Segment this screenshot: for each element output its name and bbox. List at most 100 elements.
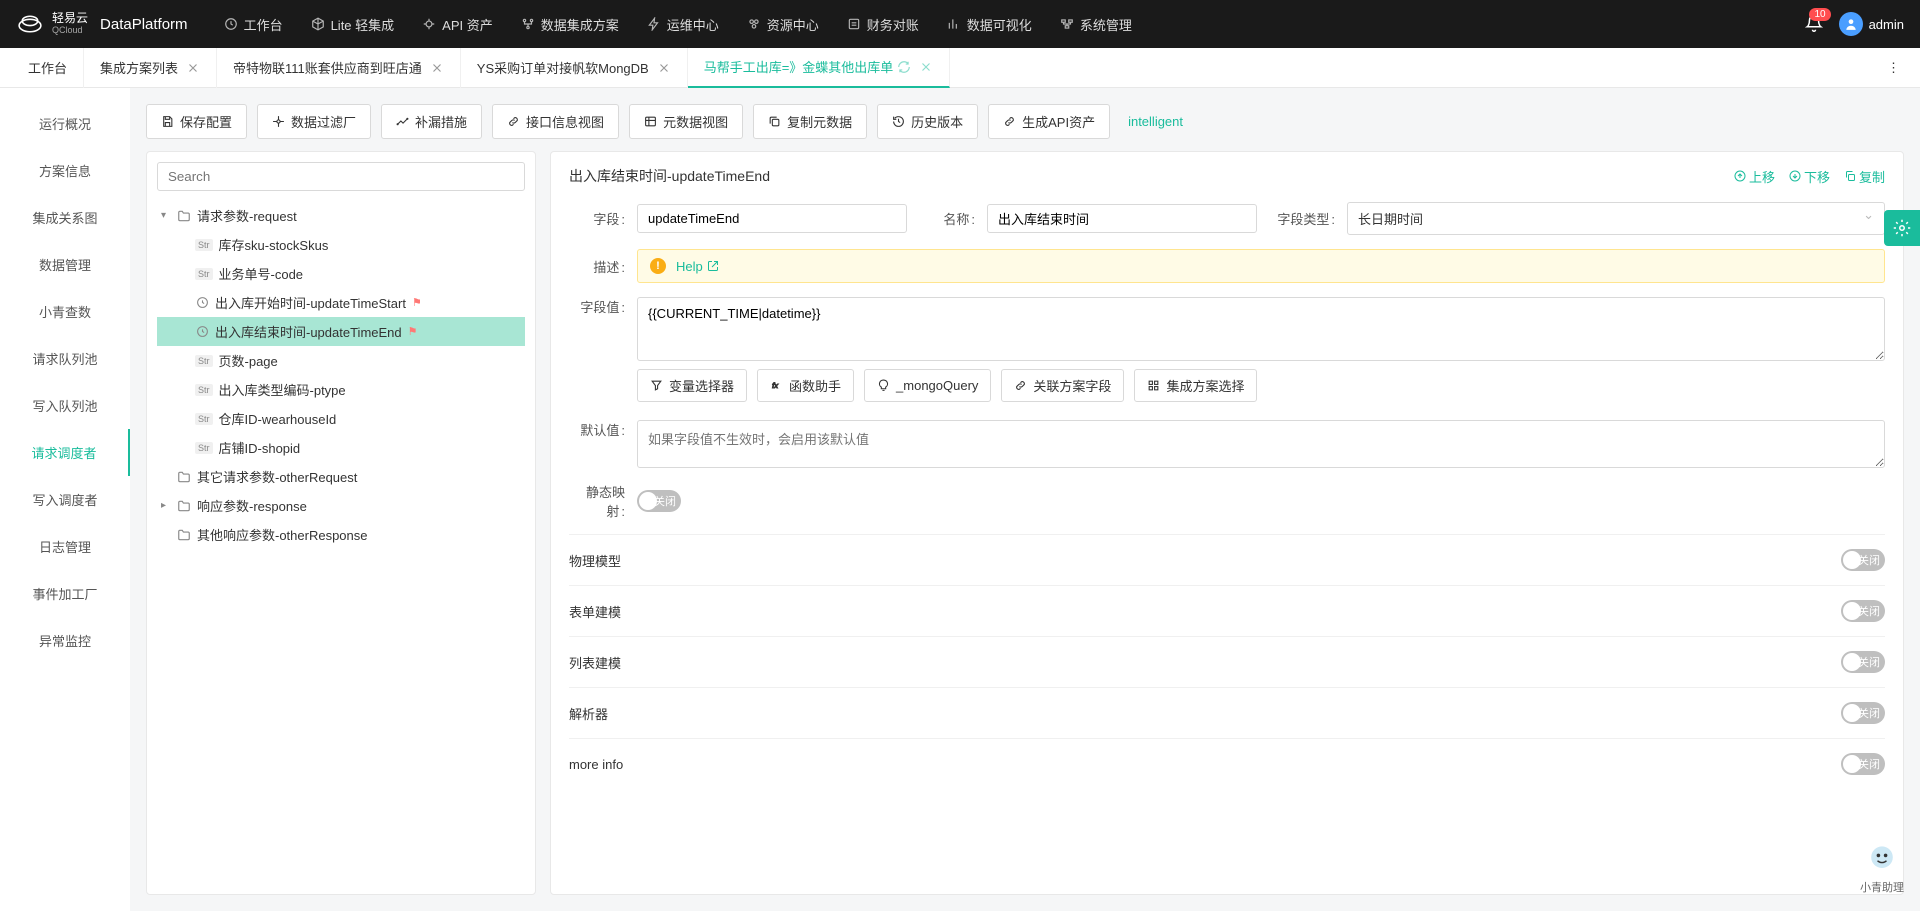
copy-icon bbox=[768, 115, 781, 128]
move-up-link[interactable]: 上移 bbox=[1734, 167, 1775, 186]
caret-icon[interactable]: ▸ bbox=[161, 500, 171, 511]
tree-node[interactable]: Str库存sku-stockSkus bbox=[157, 230, 525, 259]
tree-node[interactable]: Str出入库类型编码-ptype bbox=[157, 375, 525, 404]
logo[interactable]: 轻易云 QCloud DataPlatform bbox=[16, 10, 188, 38]
refresh-icon[interactable] bbox=[897, 60, 911, 74]
nav-item-7[interactable]: 数据可视化 bbox=[935, 9, 1044, 40]
type-badge: Str bbox=[195, 239, 213, 251]
section-toggle-2[interactable]: 关闭 bbox=[1841, 651, 1885, 673]
type-badge: Str bbox=[195, 384, 213, 396]
toolbar-btn-2[interactable]: 补漏措施 bbox=[381, 104, 482, 139]
tree-node[interactable]: 其它请求参数-otherRequest bbox=[157, 462, 525, 491]
sidebar-item-11[interactable]: 异常监控 bbox=[0, 617, 130, 664]
nav-item-1[interactable]: Lite 轻集成 bbox=[299, 9, 407, 40]
toolbar-btn-5[interactable]: 复制元数据 bbox=[753, 104, 867, 139]
notifications-button[interactable]: 10 bbox=[1805, 14, 1823, 35]
tree-node[interactable]: ▾请求参数-request bbox=[157, 201, 525, 230]
tree-node[interactable]: Str店铺ID-shopid bbox=[157, 433, 525, 462]
nav-item-4[interactable]: 运维中心 bbox=[635, 9, 731, 40]
close-icon[interactable] bbox=[430, 61, 444, 75]
section-toggle-0[interactable]: 关闭 bbox=[1841, 549, 1885, 571]
help-link[interactable]: Help bbox=[676, 259, 719, 274]
field-label: 字段 bbox=[569, 209, 625, 228]
intelligent-link[interactable]: intelligent bbox=[1128, 114, 1183, 129]
toolbar-btn-6[interactable]: 历史版本 bbox=[877, 104, 978, 139]
tabs-more-button[interactable]: ⋮ bbox=[1879, 60, 1908, 76]
product-name: DataPlatform bbox=[100, 16, 188, 33]
fieldtype-select[interactable]: 长日期时间 bbox=[1347, 202, 1885, 235]
fieldvalue-textarea[interactable]: {{CURRENT_TIME|datetime}} bbox=[637, 297, 1885, 361]
user-menu[interactable]: admin bbox=[1839, 12, 1904, 36]
tab-0[interactable]: 工作台 bbox=[12, 48, 84, 88]
nav-item-6[interactable]: 财务对账 bbox=[835, 9, 931, 40]
chip-0[interactable]: 变量选择器 bbox=[637, 369, 747, 402]
caret-icon[interactable]: ▾ bbox=[161, 210, 171, 221]
nav-item-3[interactable]: 数据集成方案 bbox=[509, 9, 631, 40]
finance-icon bbox=[847, 17, 861, 31]
nav-item-5[interactable]: 资源中心 bbox=[735, 9, 831, 40]
meta-icon bbox=[644, 115, 657, 128]
section-toggle-4[interactable]: 关闭 bbox=[1841, 753, 1885, 775]
tree-node[interactable]: Str仓库ID-wearhouseId bbox=[157, 404, 525, 433]
tree-node[interactable]: 其他响应参数-otherResponse bbox=[157, 520, 525, 549]
sidebar-item-7[interactable]: 请求调度者 bbox=[0, 429, 130, 476]
sidebar-item-10[interactable]: 事件加工厂 bbox=[0, 570, 130, 617]
sidebar-item-6[interactable]: 写入队列池 bbox=[0, 382, 130, 429]
chip-2[interactable]: _mongoQuery bbox=[864, 369, 991, 402]
tab-3[interactable]: YS采购订单对接帆软MongDB bbox=[461, 48, 688, 88]
detail-title: 出入库结束时间-updateTimeEnd bbox=[569, 166, 770, 186]
tab-1[interactable]: 集成方案列表 bbox=[84, 48, 217, 88]
toolbar-btn-7[interactable]: 生成API资产 bbox=[988, 104, 1110, 139]
tree-node[interactable]: ▸响应参数-response bbox=[157, 491, 525, 520]
tree-node[interactable]: Str业务单号-code bbox=[157, 259, 525, 288]
close-icon[interactable] bbox=[186, 61, 200, 75]
sidebar-item-5[interactable]: 请求队列池 bbox=[0, 335, 130, 382]
name-input[interactable] bbox=[987, 204, 1257, 233]
toolbar-btn-0[interactable]: 保存配置 bbox=[146, 104, 247, 139]
chip-4[interactable]: 集成方案选择 bbox=[1134, 369, 1257, 402]
chart-icon bbox=[947, 17, 961, 31]
nav-item-8[interactable]: 系统管理 bbox=[1048, 9, 1144, 40]
section-toggle-3[interactable]: 关闭 bbox=[1841, 702, 1885, 724]
sidebar-item-8[interactable]: 写入调度者 bbox=[0, 476, 130, 523]
default-textarea[interactable] bbox=[637, 420, 1885, 468]
toolbar-btn-3[interactable]: 接口信息视图 bbox=[492, 104, 619, 139]
sidebar-item-0[interactable]: 运行概况 bbox=[0, 100, 130, 147]
copy-link[interactable]: 复制 bbox=[1844, 167, 1885, 186]
tree-node[interactable]: 出入库结束时间-updateTimeEnd⚑ bbox=[157, 317, 525, 346]
toolbar-btn-1[interactable]: 数据过滤厂 bbox=[257, 104, 371, 139]
close-icon[interactable] bbox=[919, 60, 933, 74]
tab-4[interactable]: 马帮手工出库=》金蝶其他出库单 bbox=[688, 48, 951, 88]
sidebar-item-4[interactable]: 小青查数 bbox=[0, 288, 130, 335]
flag-icon: ⚑ bbox=[408, 325, 418, 338]
move-down-link[interactable]: 下移 bbox=[1789, 167, 1830, 186]
folder-icon bbox=[177, 528, 191, 542]
toolbar-btn-4[interactable]: 元数据视图 bbox=[629, 104, 743, 139]
sidebar-item-2[interactable]: 集成关系图 bbox=[0, 194, 130, 241]
section-toggle-1[interactable]: 关闭 bbox=[1841, 600, 1885, 622]
tree-node[interactable]: Str页数-page bbox=[157, 346, 525, 375]
external-link-icon bbox=[707, 260, 719, 272]
arrow-down-icon bbox=[1789, 170, 1801, 182]
type-badge: Str bbox=[195, 413, 213, 425]
close-icon[interactable] bbox=[657, 61, 671, 75]
logo-text: 轻易云 QCloud bbox=[52, 12, 88, 35]
tree-search-input[interactable] bbox=[157, 162, 525, 191]
nav-item-2[interactable]: API 资产 bbox=[410, 9, 505, 40]
chip-3[interactable]: 关联方案字段 bbox=[1001, 369, 1124, 402]
staticmap-toggle[interactable]: 关闭 bbox=[637, 490, 681, 512]
tab-2[interactable]: 帝特物联111账套供应商到旺店通 bbox=[217, 48, 461, 88]
avatar-icon bbox=[1839, 12, 1863, 36]
settings-float-button[interactable] bbox=[1884, 210, 1920, 246]
sidebar-item-3[interactable]: 数据管理 bbox=[0, 241, 130, 288]
assistant-button[interactable]: 小青助理 bbox=[1860, 841, 1904, 895]
sidebar-item-9[interactable]: 日志管理 bbox=[0, 523, 130, 570]
section-label: 列表建模 bbox=[569, 653, 621, 672]
param-tree: ▾请求参数-requestStr库存sku-stockSkusStr业务单号-c… bbox=[157, 201, 525, 884]
chip-1[interactable]: fx函数助手 bbox=[757, 369, 854, 402]
nav-item-0[interactable]: 工作台 bbox=[212, 9, 295, 40]
field-input[interactable] bbox=[637, 204, 907, 233]
clock-icon bbox=[224, 17, 238, 31]
sidebar-item-1[interactable]: 方案信息 bbox=[0, 147, 130, 194]
tree-node[interactable]: 出入库开始时间-updateTimeStart⚑ bbox=[157, 288, 525, 317]
